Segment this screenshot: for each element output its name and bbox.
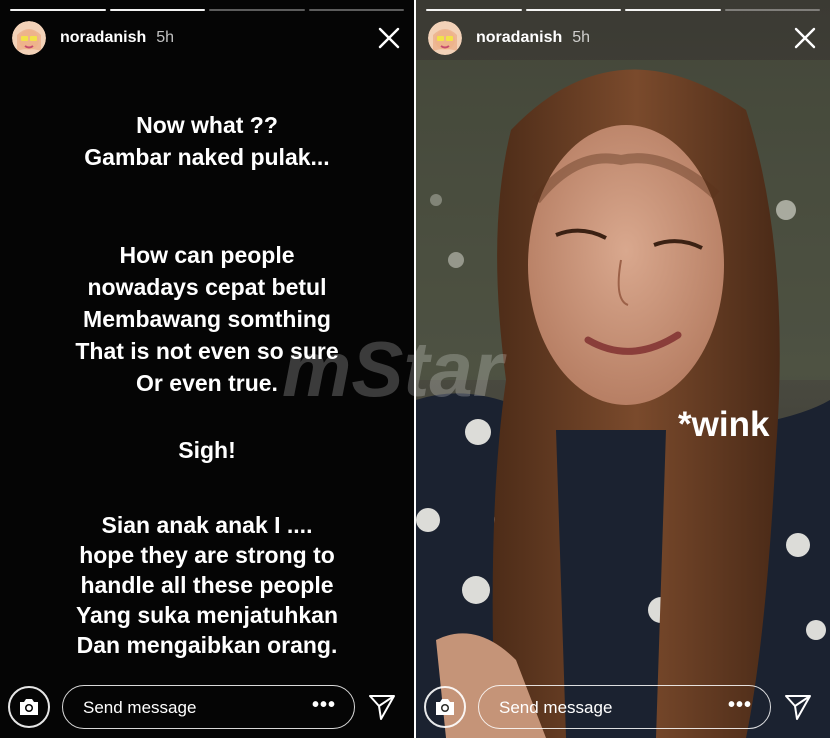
send-icon[interactable] <box>784 693 812 721</box>
camera-button[interactable] <box>424 686 466 728</box>
username[interactable]: noradanish <box>476 29 562 47</box>
story-text-line: handle all these people <box>80 572 334 598</box>
progress-segment <box>525 9 621 11</box>
story-text-line: hope they are strong to <box>79 542 335 568</box>
more-icon[interactable]: ••• <box>728 694 752 717</box>
send-icon[interactable] <box>368 693 396 721</box>
story-text-line: Membawang somthing <box>83 306 331 332</box>
progress-segment <box>625 9 721 11</box>
story-text-line: How can people <box>119 242 295 268</box>
send-message-input[interactable]: Send message ••• <box>62 685 355 729</box>
message-placeholder: Send message <box>499 698 613 717</box>
story-progress-bar <box>426 9 820 12</box>
story-text-block-2: How can people nowadays cepat betul Memb… <box>0 239 414 399</box>
story-header: noradanish 5h <box>12 20 402 56</box>
send-message-input[interactable]: Send message ••• <box>478 685 771 729</box>
more-icon[interactable]: ••• <box>312 694 336 717</box>
story-text-line: Sigh! <box>178 437 236 463</box>
avatar[interactable] <box>12 21 46 55</box>
story-text-line: Dan mengaibkan orang. <box>76 632 338 658</box>
progress-segment <box>308 9 404 11</box>
camera-button[interactable] <box>8 686 50 728</box>
progress-segment <box>426 9 522 11</box>
progress-segment <box>10 9 106 11</box>
story-text-line: nowadays cepat betul <box>87 274 327 300</box>
close-icon[interactable] <box>792 25 818 51</box>
story-text-block-1: Now what ?? Gambar naked pulak... <box>0 109 414 173</box>
avatar[interactable] <box>428 21 462 55</box>
story-text-line: That is not even so sure <box>75 338 339 364</box>
story-text-line: Yang suka menjatuhkan <box>75 602 339 628</box>
post-time: 5h <box>572 29 591 46</box>
story-text-block-4: Sian anak anak I .... hope they are stro… <box>0 510 414 660</box>
story-text-line: Sian anak anak I .... <box>101 512 313 538</box>
username[interactable]: noradanish <box>60 29 146 47</box>
close-icon[interactable] <box>376 25 402 51</box>
progress-segment <box>209 9 305 11</box>
progress-segment <box>109 9 205 11</box>
story-text-line: Or even true. <box>136 370 278 396</box>
reply-bar: Send message ••• <box>416 683 830 731</box>
post-time: 5h <box>156 29 175 46</box>
right-story-panel: noradanish 5h *wink Send message ••• <box>416 0 830 738</box>
camera-icon <box>20 699 38 715</box>
progress-segment <box>724 9 820 11</box>
story-text-block-3: Sigh! <box>0 434 414 466</box>
camera-icon <box>436 699 454 715</box>
reply-bar: Send message ••• <box>0 683 414 731</box>
story-text-line: Now what ?? <box>136 112 278 138</box>
story-progress-bar <box>10 9 404 12</box>
wink-sticker-text: *wink <box>678 405 770 444</box>
left-story-panel: noradanish 5h Now what ?? Gambar naked p… <box>0 0 414 738</box>
story-photo <box>416 0 830 738</box>
story-header: noradanish 5h <box>428 20 818 56</box>
message-placeholder: Send message <box>83 698 197 717</box>
story-text-line: Gambar naked pulak... <box>84 144 330 170</box>
